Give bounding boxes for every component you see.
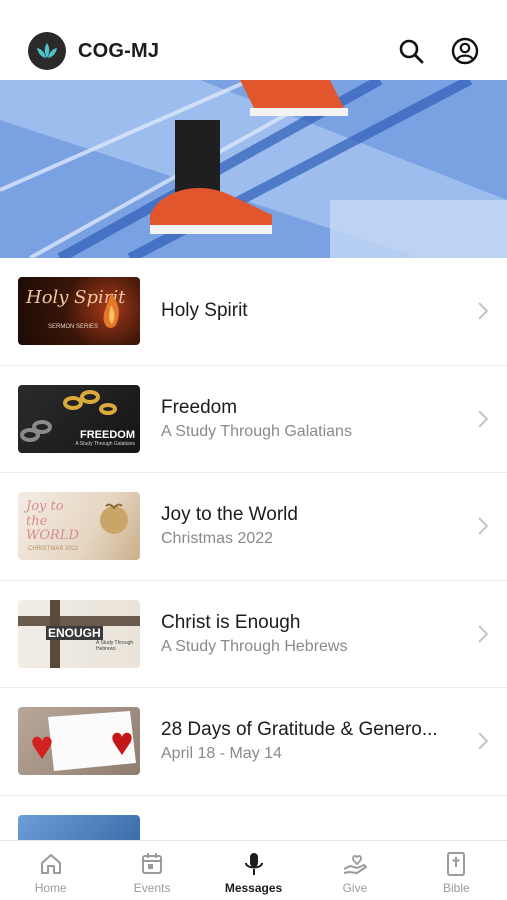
status-bar (0, 0, 507, 22)
calendar-icon (142, 853, 163, 874)
series-thumbnail (18, 707, 140, 776)
tab-messages[interactable]: Messages (203, 841, 304, 900)
tab-give[interactable]: Give (304, 841, 405, 900)
series-title: Freedom (161, 396, 238, 418)
list-item[interactable]: Joy to the WORLD CHRISTMAS 2022 Joy to t… (0, 473, 507, 581)
series-thumbnail: Holy Spirit SERMON SERIES (18, 277, 140, 346)
series-title: 28 Days of Gratitude & Genero... (161, 719, 438, 741)
app-header: COG-MJ (0, 22, 507, 80)
hero-image (0, 80, 507, 258)
gift-ornament-icon (100, 503, 128, 535)
tab-bible[interactable]: Bible (406, 841, 507, 900)
list-item[interactable]: ENOUGH A Study Through Hebrews Christ is… (0, 580, 507, 688)
series-list: Holy Spirit SERMON SERIES Holy Spirit FR… (0, 258, 507, 900)
chevron-right-icon (469, 301, 489, 321)
chevron-right-icon (469, 409, 489, 429)
home-icon (40, 854, 61, 874)
series-thumbnail: ENOUGH A Study Through Hebrews (18, 599, 140, 668)
app-logo[interactable] (28, 32, 66, 70)
series-title: Holy Spirit (161, 300, 248, 322)
give-icon (343, 855, 367, 874)
tab-label: Bible (442, 881, 470, 895)
bible-icon (447, 852, 466, 876)
microphone-icon (244, 853, 263, 875)
thumbnail-subtext: SERMON SERIES (48, 324, 99, 331)
series-thumbnail: Joy to the WORLD CHRISTMAS 2022 (18, 492, 140, 561)
hearts-card-icon (32, 711, 136, 772)
chevron-right-icon (469, 624, 489, 644)
thumbnail-text: FREEDOM (80, 428, 135, 441)
list-item[interactable]: Holy Spirit SERMON SERIES Holy Spirit (0, 258, 507, 366)
thumbnail-text: Joy to the WORLD (26, 499, 79, 543)
tab-bar: Home Events Messages Give Bible (0, 840, 507, 900)
tab-label: Events (133, 881, 171, 895)
list-item[interactable]: FREEDOM A Study Through Galatians Freedo… (0, 365, 507, 473)
tab-events[interactable]: Events (101, 841, 202, 900)
app-title: COG-MJ (78, 39, 160, 62)
tab-label: Give (342, 881, 368, 895)
user-circle-icon (451, 37, 479, 65)
flame-icon (103, 293, 119, 329)
search-button[interactable] (397, 37, 425, 65)
series-subtitle: Christmas 2022 (161, 530, 274, 548)
series-thumbnail: FREEDOM A Study Through Galatians (18, 384, 140, 453)
tab-home[interactable]: Home (0, 841, 101, 900)
lotus-logo-icon (37, 43, 57, 58)
tab-label: Home (34, 881, 67, 895)
series-subtitle: April 18 - May 14 (161, 745, 282, 763)
thumbnail-subtext: A Study Through Hebrews (96, 639, 134, 652)
series-subtitle: A Study Through Hebrews (161, 637, 348, 655)
chevron-right-icon (469, 731, 489, 751)
thumbnail-subtext: A Study Through Galatians (75, 440, 135, 447)
search-icon (399, 39, 424, 64)
chevron-right-icon (469, 516, 489, 536)
series-title: Christ is Enough (161, 611, 301, 633)
thumbnail-subtext: CHRISTMAS 2022 (28, 546, 79, 553)
list-item[interactable]: 28 Days of Gratitude & Genero... April 1… (0, 688, 507, 796)
thumbnail-text: ENOUGH (46, 625, 103, 640)
profile-button[interactable] (451, 37, 479, 65)
series-title: Joy to the World (161, 504, 298, 526)
tab-label: Messages (224, 881, 283, 895)
series-subtitle: A Study Through Galatians (161, 422, 352, 440)
